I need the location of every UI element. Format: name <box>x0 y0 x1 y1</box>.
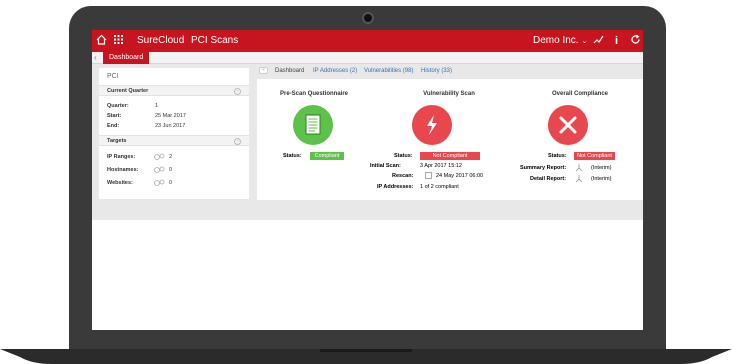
close-icon <box>559 116 577 134</box>
field-label: Quarter: <box>107 103 129 109</box>
overall-title: Overall Compliance <box>551 91 609 97</box>
laptop-mockup: SureCloud PCI Scans Demo Inc. ⌄ i ‹ Dashb… <box>0 0 732 364</box>
tab-vulnerabilities[interactable]: Vulnerabilities (98) <box>364 68 413 74</box>
empty-area <box>92 220 643 330</box>
camera <box>362 12 374 24</box>
status-label: Status: <box>548 153 567 159</box>
target-icon <box>154 153 165 160</box>
download-icon[interactable] <box>575 175 583 183</box>
targets-header[interactable]: Targets ⌃ <box>99 135 249 146</box>
status-badge: Compliant <box>310 152 344 160</box>
field-label: Start: <box>107 113 122 119</box>
field-value: 0 <box>169 167 173 173</box>
field-value: 25 Mar 2017 <box>155 113 186 119</box>
detail-report-label: Detail Report: <box>530 176 567 182</box>
questionnaire-status-circle[interactable] <box>293 105 333 145</box>
tab-ip-addresses[interactable]: IP Addresses (2) <box>313 68 357 74</box>
laptop-base <box>0 349 732 364</box>
ip-addresses-value: 1 of 2 compliant <box>420 184 459 190</box>
info-icon[interactable]: i <box>615 34 618 48</box>
document-icon <box>305 114 321 135</box>
refresh-icon[interactable] <box>630 34 641 48</box>
field-value: 0 <box>169 180 173 186</box>
section-label: Targets <box>107 138 127 144</box>
brand-name[interactable]: SureCloud <box>137 35 184 46</box>
company-selector[interactable]: Demo Inc. ⌄ <box>533 35 587 46</box>
tab-dashboard[interactable]: Dashboard <box>103 52 150 64</box>
dashboard-tabs: « Dashboard IP Addresses (2) Vulnerabili… <box>257 64 643 78</box>
collapse-icon[interactable]: ⌃ <box>234 88 241 95</box>
status-label: Status: <box>394 153 413 159</box>
tab-history[interactable]: History (33) <box>421 68 452 74</box>
top-bar: SureCloud PCI Scans Demo Inc. ⌄ i <box>92 30 643 52</box>
lightning-icon <box>427 115 437 135</box>
tab-bar: ‹ Dashboard <box>92 52 643 64</box>
current-quarter-header[interactable]: Current Quarter ⌃ <box>99 85 249 96</box>
field-label: End: <box>107 123 120 129</box>
field-value: 1 <box>155 103 159 109</box>
main-content: PCI Current Quarter ⌃ Quarter: 1 Start: … <box>92 64 643 220</box>
grid-icon[interactable] <box>113 34 124 48</box>
tab-dashboard-sub[interactable]: Dashboard <box>275 68 304 74</box>
status-label: Status: <box>283 153 302 159</box>
field-value: 23 Jun 2017 <box>155 123 186 129</box>
dashboard-panel: « Dashboard IP Addresses (2) Vulnerabili… <box>257 64 643 220</box>
rescan-label: Rescan: <box>392 173 414 179</box>
summary-report-label: Summary Report: <box>520 165 567 171</box>
target-icon <box>154 179 165 186</box>
initial-scan-value: 3 Apr 2017 15:12 <box>420 163 462 169</box>
questionnaire-title: Pre-Scan Questionnaire <box>279 91 349 97</box>
status-badge: Not Compliant <box>574 152 615 160</box>
tools-icon[interactable] <box>592 34 604 49</box>
sidebar-toggle-icon[interactable]: ‹ <box>94 52 97 64</box>
field-label: IP Ranges: <box>107 154 136 160</box>
field-label: Hostnames: <box>107 167 139 173</box>
summary-report-value[interactable]: (Interim) <box>591 165 611 171</box>
collapse-panel-icon[interactable]: « <box>259 67 268 74</box>
target-icon <box>154 166 165 173</box>
collapse-icon[interactable]: ⌃ <box>234 138 241 145</box>
download-icon[interactable] <box>575 164 583 172</box>
chevron-down-icon: ⌄ <box>581 38 588 45</box>
compliance-card: Pre-Scan Questionnaire Status: Compliant… <box>257 79 643 200</box>
rescan-value: 24 May 2017 06:00 <box>436 173 484 179</box>
app-screen: SureCloud PCI Scans Demo Inc. ⌄ i ‹ Dashb… <box>92 30 643 330</box>
vulnerability-status-circle[interactable] <box>412 105 452 145</box>
pci-summary-panel: PCI Current Quarter ⌃ Quarter: 1 Start: … <box>99 68 249 199</box>
company-name: Demo Inc. <box>533 35 579 46</box>
field-value: 2 <box>169 154 173 160</box>
field-label: Websites: <box>107 180 133 186</box>
module-name[interactable]: PCI Scans <box>191 35 238 46</box>
section-label: Current Quarter <box>107 88 149 94</box>
ip-addresses-label: IP Addresses: <box>377 184 414 190</box>
home-icon[interactable] <box>96 34 107 48</box>
overall-status-circle[interactable] <box>548 105 588 145</box>
calendar-icon[interactable] <box>425 172 432 179</box>
panel-title: PCI <box>107 73 119 80</box>
vulnerability-title: Vulnerability Scan <box>423 91 475 97</box>
status-badge: Not Compliant <box>420 152 480 160</box>
detail-report-value[interactable]: (Interim) <box>591 176 611 182</box>
initial-scan-label: Initial Scan: <box>370 163 401 169</box>
